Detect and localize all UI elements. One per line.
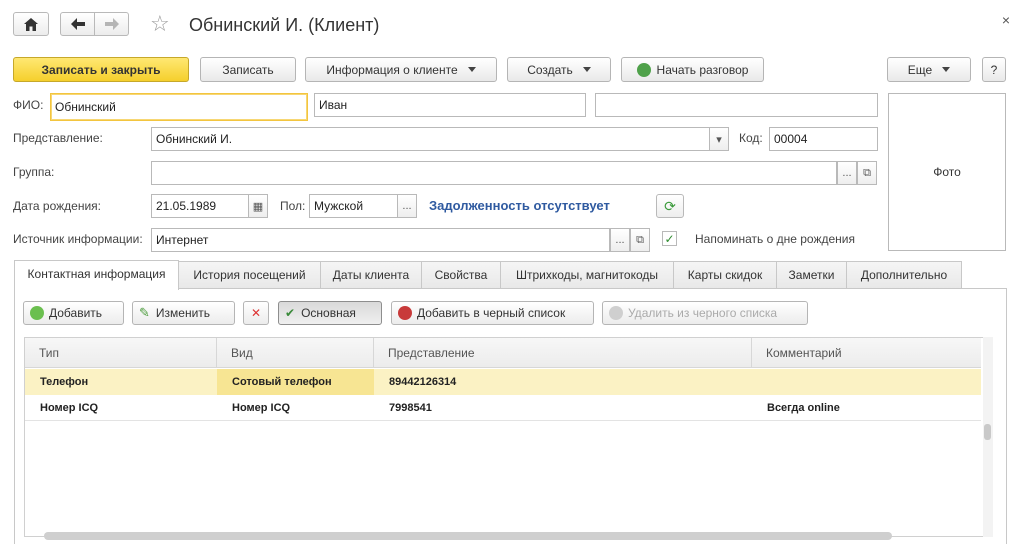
- check-main-icon: ✔: [285, 306, 296, 320]
- column-type[interactable]: Тип: [25, 338, 217, 368]
- back-button[interactable]: [60, 12, 95, 36]
- phone-icon: [636, 62, 651, 77]
- main-contact-label: Основная: [301, 306, 356, 320]
- more-label: Еще: [907, 62, 933, 77]
- tab-additional[interactable]: Дополнительно: [846, 261, 962, 289]
- chevron-down-icon: [942, 67, 951, 72]
- birthdate-field[interactable]: 21.05.1989: [151, 194, 249, 218]
- debt-status: Задолженность отсутствует: [429, 198, 610, 213]
- arrow-right-icon: [104, 18, 119, 30]
- start-call-button[interactable]: Начать разговор: [621, 57, 764, 82]
- remove-blacklist-label: Удалить из черного списка: [628, 306, 778, 320]
- representation-dropdown-icon[interactable]: ▾: [709, 127, 729, 151]
- group-select-button[interactable]: ...: [837, 161, 857, 185]
- unblock-icon: [609, 306, 623, 320]
- tab-barcodes[interactable]: Штрихкоды, магнитокоды: [500, 261, 674, 289]
- last-name-field[interactable]: Обнинский: [50, 93, 308, 121]
- save-and-close-label: Записать и закрыть: [41, 62, 161, 77]
- group-field[interactable]: [151, 161, 837, 185]
- edit-contact-button[interactable]: ✎ Изменить: [132, 301, 235, 325]
- cell-comment: Всегда online: [767, 402, 840, 414]
- client-info-label: Информация о клиенте: [326, 62, 458, 77]
- home-button[interactable]: [13, 12, 49, 36]
- tab-contact-info[interactable]: Контактная информация: [14, 260, 179, 290]
- group-open-icon[interactable]: ⧉: [857, 161, 877, 185]
- create-label: Создать: [527, 62, 573, 77]
- birthdate-label: Дата рождения:: [13, 199, 101, 213]
- delete-icon: ✕: [250, 306, 262, 320]
- tab-discount-cards[interactable]: Карты скидок: [673, 261, 777, 289]
- blacklist-icon: [398, 306, 412, 320]
- representation-label: Представление:: [13, 131, 103, 145]
- cell-kind: Сотовый телефон: [217, 369, 374, 395]
- photo-label: Фото: [933, 165, 961, 179]
- delete-contact-button[interactable]: ✕: [243, 301, 269, 325]
- table-row[interactable]: Номер ICQ Номер ICQ 7998541 Всегда onlin…: [25, 395, 981, 421]
- start-call-label: Начать разговор: [656, 62, 749, 77]
- fio-label: ФИО:: [13, 98, 44, 112]
- cell-kind: Номер ICQ: [232, 402, 291, 414]
- first-name-field[interactable]: Иван: [314, 93, 586, 117]
- add-blacklist-label: Добавить в черный список: [417, 306, 566, 320]
- source-field[interactable]: Интернет: [151, 228, 610, 252]
- more-button[interactable]: Еще: [887, 57, 971, 82]
- source-select-button[interactable]: ...: [610, 228, 630, 252]
- star-icon[interactable]: ☆: [150, 12, 170, 36]
- remove-blacklist-button[interactable]: Удалить из черного списка: [602, 301, 808, 325]
- source-open-icon[interactable]: ⧉: [630, 228, 650, 252]
- save-label: Записать: [222, 62, 274, 77]
- add-contact-button[interactable]: Добавить: [23, 301, 124, 325]
- main-contact-button[interactable]: ✔ Основная: [278, 301, 382, 325]
- cell-type: Номер ICQ: [40, 402, 99, 414]
- cell-value: 7998541: [389, 402, 432, 414]
- gender-field[interactable]: Мужской: [309, 194, 398, 218]
- plus-icon: [30, 306, 44, 320]
- close-icon[interactable]: ×: [1002, 12, 1010, 28]
- gender-label: Пол:: [280, 199, 306, 213]
- chevron-down-icon: [467, 67, 476, 72]
- tab-notes[interactable]: Заметки: [776, 261, 847, 289]
- source-label: Источник информации:: [13, 232, 143, 246]
- help-label: ?: [990, 62, 998, 77]
- column-comment[interactable]: Комментарий: [752, 338, 981, 368]
- photo-box[interactable]: Фото: [888, 93, 1006, 251]
- pencil-icon: ✎: [139, 305, 150, 320]
- refresh-icon[interactable]: ⟳: [656, 194, 684, 218]
- home-icon: [24, 17, 38, 31]
- table-header: Тип Вид Представление Комментарий: [25, 338, 981, 368]
- tab-visit-history[interactable]: История посещений: [178, 261, 321, 289]
- help-button[interactable]: ?: [982, 57, 1006, 82]
- tab-properties[interactable]: Свойства: [421, 261, 501, 289]
- edit-contact-label: Изменить: [155, 306, 211, 320]
- code-field[interactable]: 00004: [769, 127, 878, 151]
- middle-name-field[interactable]: [595, 93, 878, 117]
- remind-birthday-checkbox[interactable]: ✓: [662, 231, 677, 246]
- forward-button[interactable]: [94, 12, 129, 36]
- cell-value: 89442126314: [389, 376, 457, 388]
- page-title: Обнинский И. (Клиент): [189, 15, 380, 35]
- remind-birthday-label: Напоминать о дне рождения: [695, 232, 855, 246]
- add-contact-label: Добавить: [49, 306, 103, 320]
- vertical-scroll-thumb[interactable]: [984, 424, 991, 440]
- calendar-icon[interactable]: ▦: [248, 194, 268, 218]
- save-button[interactable]: Записать: [200, 57, 296, 82]
- table-row[interactable]: Телефон Сотовый телефон 89442126314: [25, 369, 981, 395]
- arrow-left-icon: [70, 18, 85, 30]
- cell-type: Телефон: [40, 376, 89, 388]
- contacts-table[interactable]: Тип Вид Представление Комментарий Телефо…: [24, 337, 993, 537]
- column-representation[interactable]: Представление: [374, 338, 752, 368]
- add-blacklist-button[interactable]: Добавить в черный список: [391, 301, 594, 325]
- chevron-down-icon: [582, 67, 591, 72]
- gender-select-button[interactable]: ...: [397, 194, 417, 218]
- horizontal-scrollbar[interactable]: [44, 532, 892, 540]
- save-and-close-button[interactable]: Записать и закрыть: [13, 57, 189, 82]
- create-button[interactable]: Создать: [507, 57, 611, 82]
- column-kind[interactable]: Вид: [217, 338, 374, 368]
- client-info-button[interactable]: Информация о клиенте: [305, 57, 497, 82]
- group-label: Группа:: [13, 165, 55, 179]
- tab-client-dates[interactable]: Даты клиента: [320, 261, 422, 289]
- code-label: Код:: [739, 131, 763, 145]
- representation-field[interactable]: Обнинский И.: [151, 127, 710, 151]
